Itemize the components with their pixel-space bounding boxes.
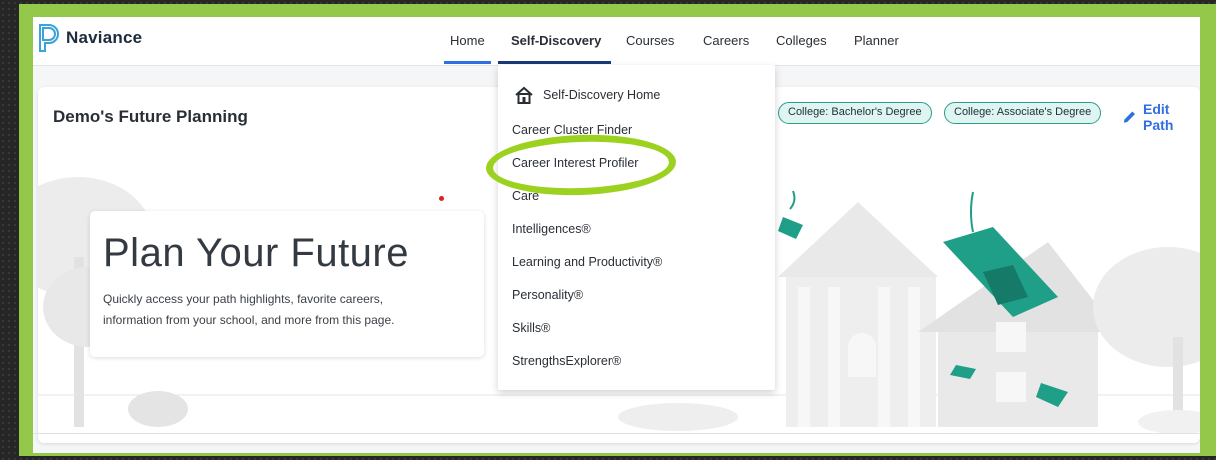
- edit-path-label: Edit Path: [1143, 101, 1174, 133]
- nav-home-underline: [444, 61, 491, 64]
- dropdown-item-strengths-explorer[interactable]: StrengthsExplorer®: [512, 354, 621, 368]
- path-chip-associates[interactable]: College: Associate's Degree: [944, 102, 1102, 124]
- logo[interactable]: Naviance: [38, 23, 142, 53]
- nav-careers[interactable]: Careers: [703, 33, 749, 48]
- naviance-logo-icon: [39, 24, 59, 52]
- self-discovery-dropdown: Self-Discovery Home Career Cluster Finde…: [498, 65, 775, 390]
- app-screen: Naviance Home Self-Discovery Courses Car…: [33, 17, 1200, 453]
- hero-description: Quickly access your path highlights, fav…: [103, 292, 395, 327]
- nav-self-discovery[interactable]: Self-Discovery: [511, 33, 601, 48]
- nav-home[interactable]: Home: [450, 33, 485, 48]
- home-icon: [515, 86, 533, 104]
- dropdown-item-learning-productivity[interactable]: Learning and Productivity®: [512, 255, 662, 269]
- top-navigation: Naviance Home Self-Discovery Courses Car…: [33, 17, 1200, 66]
- path-chip-bachelors[interactable]: College: Bachelor's Degree: [778, 102, 932, 124]
- plan-your-future-panel: Plan Your Future Quickly access your pat…: [90, 211, 484, 357]
- app-name: Naviance: [66, 28, 143, 47]
- dropdown-item-intelligences[interactable]: Intelligences®: [512, 222, 591, 236]
- nav-colleges[interactable]: Colleges: [776, 33, 827, 48]
- section-divider: [33, 433, 1200, 434]
- hero-title: Plan Your Future: [103, 231, 409, 275]
- dropdown-item-personality[interactable]: Personality®: [512, 288, 583, 302]
- nav-self-discovery-underline: [498, 61, 611, 64]
- dropdown-item-skills[interactable]: Skills®: [512, 321, 550, 335]
- edit-path-button[interactable]: Edit Path: [1122, 101, 1200, 133]
- notification-dot: [439, 196, 444, 201]
- card-title: Demo's Future Planning: [53, 107, 248, 126]
- nav-courses[interactable]: Courses: [626, 33, 674, 48]
- pencil-icon: [1123, 111, 1135, 123]
- dropdown-home-label: Self-Discovery Home: [543, 88, 661, 102]
- dropdown-item-self-discovery-home[interactable]: Self-Discovery Home: [514, 86, 660, 104]
- nav-planner[interactable]: Planner: [854, 33, 899, 48]
